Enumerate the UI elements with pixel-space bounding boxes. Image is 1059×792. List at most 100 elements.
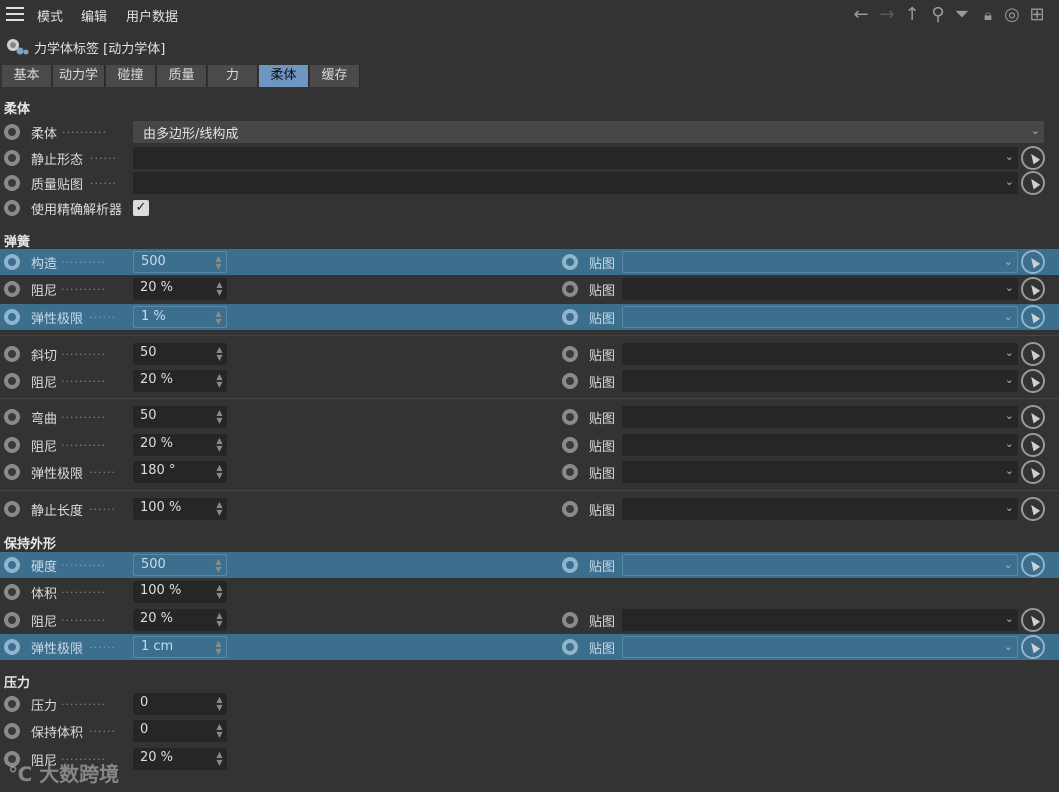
pick-object-icon[interactable]	[1021, 146, 1045, 170]
number-field[interactable]: 1 % ▲ ▼	[133, 306, 227, 328]
number-field[interactable]: 20 % ▲ ▼	[133, 434, 227, 456]
spinner-arrows-icon[interactable]: ▲ ▼	[215, 696, 224, 712]
menu-userdata[interactable]: 用户数据	[126, 6, 178, 25]
pick-object-icon[interactable]	[1021, 342, 1045, 366]
map-link-field[interactable]: ⌄	[622, 343, 1018, 365]
softbody-mode-dropdown[interactable]: 由多边形/线构成 ⌄	[133, 121, 1044, 143]
map-link-field[interactable]: ⌄	[622, 251, 1018, 273]
menu-edit[interactable]: 编辑	[81, 6, 107, 25]
menu-mode[interactable]: 模式	[37, 6, 63, 25]
tab-basic[interactable]: 基本	[2, 65, 52, 87]
spinner-arrows-icon[interactable]: ▲ ▼	[214, 640, 223, 656]
pick-object-icon[interactable]	[1021, 553, 1045, 577]
animate-radio[interactable]	[562, 409, 578, 425]
pick-object-icon[interactable]	[1021, 305, 1045, 329]
animate-radio[interactable]	[4, 639, 20, 655]
target-icon[interactable]: ◎	[1001, 4, 1023, 26]
arrow-left-icon[interactable]: ←	[850, 4, 872, 26]
tab-softbody[interactable]: 柔体	[259, 65, 309, 87]
pick-object-icon[interactable]	[1021, 369, 1045, 393]
map-link-field[interactable]: ⌄	[622, 278, 1018, 300]
pick-object-icon[interactable]	[1021, 277, 1045, 301]
animate-radio[interactable]	[4, 150, 20, 166]
animate-radio[interactable]	[562, 281, 578, 297]
number-field[interactable]: 50 ▲ ▼	[133, 406, 227, 428]
animate-radio[interactable]	[4, 175, 20, 191]
spinner-arrows-icon[interactable]: ▲ ▼	[215, 612, 224, 628]
tab-mass[interactable]: 质量	[157, 65, 207, 87]
animate-radio[interactable]	[562, 309, 578, 325]
pick-object-icon[interactable]	[1021, 405, 1045, 429]
spinner-arrows-icon[interactable]: ▲ ▼	[215, 281, 224, 297]
spinner-arrows-icon[interactable]: ▲ ▼	[215, 584, 224, 600]
map-link-field[interactable]: ⌄	[622, 461, 1018, 483]
animate-radio[interactable]	[4, 437, 20, 453]
arrow-right-icon[interactable]: →	[876, 4, 898, 26]
map-link-field[interactable]: ⌄	[622, 406, 1018, 428]
number-field[interactable]: 20 % ▲ ▼	[133, 278, 227, 300]
spinner-arrows-icon[interactable]: ▲ ▼	[215, 501, 224, 517]
map-link-field[interactable]: ⌄	[622, 498, 1018, 520]
spinner-arrows-icon[interactable]: ▲ ▼	[214, 255, 223, 271]
spinner-arrows-icon[interactable]: ▲ ▼	[214, 310, 223, 326]
tab-dynamics[interactable]: 动力学	[53, 65, 105, 87]
arrow-up-icon[interactable]: ↑	[901, 4, 923, 26]
animate-radio[interactable]	[4, 254, 20, 270]
number-field[interactable]: 20 % ▲ ▼	[133, 609, 227, 631]
map-link-field[interactable]: ⌄	[622, 609, 1018, 631]
number-field[interactable]: 20 % ▲ ▼	[133, 370, 227, 392]
new-panel-icon[interactable]: ⊞	[1026, 4, 1048, 26]
tab-force[interactable]: 力	[208, 65, 258, 87]
animate-radio[interactable]	[562, 254, 578, 270]
animate-radio[interactable]	[4, 373, 20, 389]
mass-map-link-field[interactable]: ⌄	[133, 172, 1018, 194]
tab-collision[interactable]: 碰撞	[106, 65, 156, 87]
animate-radio[interactable]	[4, 124, 20, 140]
number-field[interactable]: 500 ▲ ▼	[133, 251, 227, 273]
animate-radio[interactable]	[4, 346, 20, 362]
number-field[interactable]: 500 ▲ ▼	[133, 554, 227, 576]
spinner-arrows-icon[interactable]: ▲ ▼	[215, 373, 224, 389]
animate-radio[interactable]	[562, 464, 578, 480]
map-link-field[interactable]: ⌄	[622, 370, 1018, 392]
filter-icon[interactable]: ⏷	[951, 4, 973, 26]
animate-radio[interactable]	[4, 281, 20, 297]
map-link-field[interactable]: ⌄	[622, 306, 1018, 328]
tab-cache[interactable]: 缓存	[310, 65, 360, 87]
spinner-arrows-icon[interactable]: ▲ ▼	[215, 464, 224, 480]
animate-radio[interactable]	[562, 346, 578, 362]
animate-radio[interactable]	[4, 696, 20, 712]
number-field[interactable]: 1 cm ▲ ▼	[133, 636, 227, 658]
precise-solver-checkbox[interactable]: ✓	[133, 200, 149, 216]
number-field[interactable]: 0 ▲ ▼	[133, 720, 227, 742]
number-field[interactable]: 100 % ▲ ▼	[133, 498, 227, 520]
map-link-field[interactable]: ⌄	[622, 636, 1018, 658]
pick-object-icon[interactable]	[1021, 250, 1045, 274]
animate-radio[interactable]	[562, 557, 578, 573]
spinner-arrows-icon[interactable]: ▲ ▼	[215, 437, 224, 453]
pick-object-icon[interactable]	[1021, 635, 1045, 659]
animate-radio[interactable]	[4, 501, 20, 517]
animate-radio[interactable]	[562, 373, 578, 389]
rest-state-link-field[interactable]: ⌄	[133, 147, 1018, 169]
map-link-field[interactable]: ⌄	[622, 434, 1018, 456]
animate-radio[interactable]	[4, 464, 20, 480]
number-field[interactable]: 0 ▲ ▼	[133, 693, 227, 715]
animate-radio[interactable]	[562, 437, 578, 453]
search-icon[interactable]: ⚲	[927, 4, 949, 26]
number-field[interactable]: 100 % ▲ ▼	[133, 581, 227, 603]
number-field[interactable]: 20 % ▲ ▼	[133, 748, 227, 770]
pick-object-icon[interactable]	[1021, 433, 1045, 457]
spinner-arrows-icon[interactable]: ▲ ▼	[215, 346, 224, 362]
pick-object-icon[interactable]	[1021, 171, 1045, 195]
animate-radio[interactable]	[4, 309, 20, 325]
animate-radio[interactable]	[4, 409, 20, 425]
animate-radio[interactable]	[562, 612, 578, 628]
animate-radio[interactable]	[4, 200, 20, 216]
animate-radio[interactable]	[4, 584, 20, 600]
spinner-arrows-icon[interactable]: ▲ ▼	[214, 558, 223, 574]
number-field[interactable]: 50 ▲ ▼	[133, 343, 227, 365]
lock-icon[interactable]: 🔒︎	[977, 4, 999, 26]
spinner-arrows-icon[interactable]: ▲ ▼	[215, 723, 224, 739]
animate-radio[interactable]	[562, 501, 578, 517]
